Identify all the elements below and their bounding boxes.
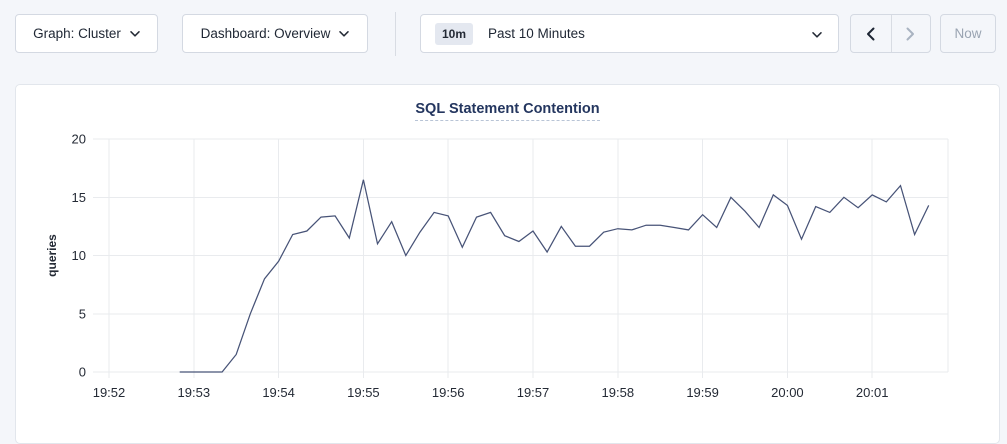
time-range-label: Past 10 Minutes: [488, 26, 585, 41]
time-nav-group: [850, 14, 931, 53]
x-tick-label: 19:52: [93, 385, 126, 400]
time-back-button[interactable]: [851, 15, 891, 52]
time-range-selector[interactable]: 10m Past 10 Minutes: [420, 14, 839, 53]
graph-dropdown[interactable]: Graph: Cluster: [15, 14, 158, 53]
x-tick-label: 19:56: [432, 385, 465, 400]
time-window-badge: 10m: [435, 23, 473, 45]
chevron-right-icon: [906, 27, 915, 41]
toolbar: Graph: Cluster Dashboard: Overview 10m P…: [0, 0, 1007, 70]
y-tick-label: 0: [79, 365, 86, 380]
sql-statement-contention-chart[interactable]: 0 5 10 15 20 19:52 19:53 19:54 19:55 19:56 19:57 19…: [16, 85, 1001, 433]
chevron-left-icon: [866, 27, 875, 41]
graph-dropdown-label: Graph: Cluster: [33, 26, 121, 41]
y-axis-label: queries: [45, 234, 59, 277]
y-tick-label: 15: [72, 190, 86, 205]
y-tick-label: 20: [72, 132, 86, 147]
toolbar-divider: [395, 12, 396, 56]
time-forward-button[interactable]: [891, 15, 931, 52]
x-tick-label: 19:54: [262, 385, 295, 400]
x-tick-label: 19:59: [686, 385, 719, 400]
x-tick-label: 20:00: [771, 385, 804, 400]
dashboard-dropdown[interactable]: Dashboard: Overview: [182, 14, 368, 53]
chevron-down-icon: [339, 31, 349, 37]
y-tick-label: 5: [79, 306, 86, 321]
x-tick-label: 20:01: [856, 385, 889, 400]
dashboard-dropdown-label: Dashboard: Overview: [201, 26, 331, 41]
chevron-down-icon: [812, 32, 822, 38]
now-button[interactable]: Now: [940, 14, 996, 53]
x-tick-label: 19:58: [602, 385, 635, 400]
x-tick-label: 19:55: [347, 385, 380, 400]
x-tick-label: 19:57: [517, 385, 550, 400]
series-queries: [180, 180, 929, 372]
chart-card: SQL Statement Contention 0510152019:5219…: [15, 84, 1000, 444]
x-tick-label: 19:53: [178, 385, 211, 400]
chevron-down-icon: [130, 31, 140, 37]
y-tick-label: 10: [72, 248, 86, 263]
